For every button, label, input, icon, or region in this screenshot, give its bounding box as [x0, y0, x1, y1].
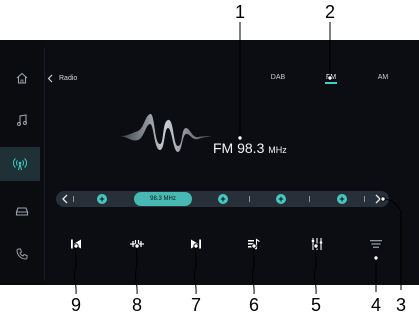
chevron-right-icon[interactable]: [374, 193, 382, 205]
chevron-left-icon: [47, 74, 53, 82]
tuner-tick: [364, 196, 365, 202]
favorite-button[interactable]: [246, 237, 262, 251]
callout-number: 5: [310, 295, 321, 315]
sidebar: [0, 40, 44, 285]
tab-label: AM: [377, 74, 389, 81]
callout-number: 3: [395, 295, 406, 315]
seek-back-icon: [71, 239, 81, 249]
add-preset-button[interactable]: +: [337, 194, 347, 204]
home-icon: [16, 72, 28, 84]
music-note-icon: [17, 114, 27, 126]
sidebar-item-home[interactable]: [8, 64, 36, 92]
seek-forward-icon: [191, 239, 201, 249]
equalizer-settings-icon: [311, 238, 323, 250]
scan-icon: [130, 240, 144, 248]
callout-number: 8: [131, 295, 142, 315]
car-icon: [15, 207, 29, 216]
sidebar-item-phone[interactable]: [8, 240, 36, 268]
band-label: FM: [213, 140, 234, 156]
current-frequency-chip[interactable]: 98.3 MHz: [134, 192, 192, 206]
sidebar-item-music[interactable]: [8, 106, 36, 134]
frequency-value: 98.3: [237, 140, 265, 156]
sidebar-divider: [44, 48, 45, 280]
callout-number: 2: [324, 2, 335, 22]
callout-number: 6: [248, 295, 259, 315]
chevron-left-icon[interactable]: [61, 193, 69, 205]
tab-label: DAB: [270, 74, 286, 81]
callout-number: 1: [234, 2, 245, 22]
seek-back-button[interactable]: [68, 237, 84, 251]
equalizer-button[interactable]: [309, 237, 325, 251]
tuner-tick: [249, 196, 250, 202]
station-frequency: FM 98.3 MHz: [213, 140, 287, 156]
tuner-tick: [73, 196, 74, 202]
phone-icon: [16, 248, 28, 260]
callout-number: 9: [70, 295, 81, 315]
sidebar-item-radio[interactable]: [0, 147, 40, 181]
back-label: Radio: [59, 74, 78, 82]
list-button[interactable]: [368, 237, 384, 251]
tab-fm[interactable]: FM: [316, 74, 346, 84]
tab-dab[interactable]: DAB: [263, 74, 293, 81]
callout-number: 7: [190, 295, 201, 315]
add-preset-button[interactable]: +: [218, 194, 228, 204]
seek-forward-button[interactable]: [188, 237, 204, 251]
tab-label: FM: [325, 74, 337, 81]
radio-broadcast-icon: [13, 158, 27, 171]
add-preset-button[interactable]: +: [276, 194, 286, 204]
list-icon: [370, 240, 382, 248]
sound-wave-graphic: [120, 113, 212, 152]
add-preset-button[interactable]: +: [97, 194, 107, 204]
radio-screen: Radio DAB FM AM FM 98.3 MHz + 98.3 MHz +…: [0, 40, 419, 285]
sidebar-item-vehicle[interactable]: [8, 197, 36, 225]
frequency-unit: MHz: [268, 145, 287, 155]
tab-active-indicator: [325, 82, 337, 84]
callout-number: 4: [370, 295, 381, 315]
tab-am[interactable]: AM: [368, 74, 398, 81]
add-favorite-icon: [248, 238, 260, 250]
scan-button[interactable]: [129, 237, 145, 251]
tuner-tick: [309, 196, 310, 202]
tuner-bar[interactable]: + 98.3 MHz + + +: [56, 191, 389, 207]
back-button[interactable]: Radio: [47, 71, 77, 85]
